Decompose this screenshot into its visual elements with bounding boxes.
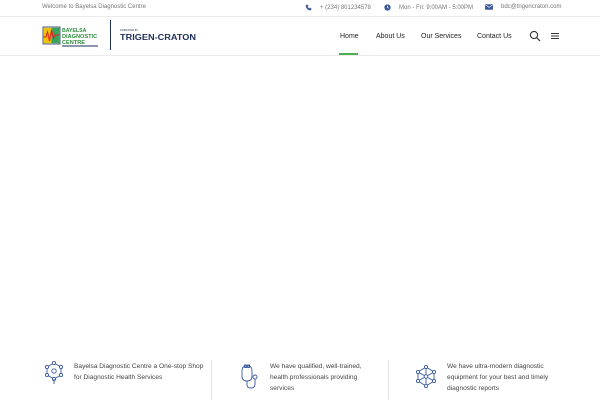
active-nav-indicator	[339, 53, 358, 55]
opening-hours: Mon - Fri: 9:00AM - 5:00PM	[399, 4, 474, 11]
email-info[interactable]: bdc@trigencraton.com	[485, 4, 561, 10]
nav-our-services[interactable]: Our Services	[421, 17, 461, 56]
welcome-text: Welcome to Bayelsa Diagnostic Centre	[42, 4, 146, 10]
clock-icon	[384, 4, 391, 11]
top-info-bar: Welcome to Bayelsa Diagnostic Centre + (…	[0, 0, 600, 17]
features-row: Bayelsa Diagnostic Centre a One-stop Sho…	[0, 352, 600, 400]
main-header: BAYELSA DIAGNOSTIC CENTRE OPERATED BY TR…	[0, 17, 600, 56]
nav-contact-us[interactable]: Contact Us	[477, 17, 512, 56]
feature-divider	[211, 360, 212, 400]
mail-icon	[485, 4, 493, 10]
hero-section	[0, 57, 600, 340]
molecule-icon	[44, 360, 64, 384]
nav-home[interactable]: Home	[340, 17, 359, 56]
hamburger-menu-icon[interactable]	[550, 31, 560, 41]
feature-one-shop-text: Bayelsa Diagnostic Centre a One-stop Sho…	[74, 363, 204, 381]
phone-icon	[305, 4, 312, 11]
feature-professionals-text: We have qualified, well-trained, health …	[270, 363, 362, 392]
hours-info: Mon - Fri: 9:00AM - 5:00PM	[384, 4, 473, 11]
feature-divider	[388, 360, 389, 400]
trigen-logo-name: TRIGEN-CRATON	[120, 32, 196, 42]
trigen-craton-logo[interactable]: OPERATED BY TRIGEN-CRATON	[119, 27, 197, 45]
phone-info[interactable]: + (234) 801234578	[305, 4, 371, 11]
network-icon	[415, 364, 437, 389]
feature-equipment-text: We have ultra-modern diagnostic equipmen…	[447, 363, 549, 392]
email-address: bdc@trigencraton.com	[501, 4, 562, 10]
bdc-logo-line3: CENTRE	[62, 40, 85, 46]
stethoscope-icon	[241, 364, 258, 389]
search-icon[interactable]	[529, 30, 541, 42]
nav-about-us[interactable]: About Us	[376, 17, 405, 56]
logo-divider	[110, 20, 111, 50]
bdc-logo[interactable]: BAYELSA DIAGNOSTIC CENTRE	[42, 24, 100, 49]
phone-number: + (234) 801234578	[320, 4, 371, 11]
